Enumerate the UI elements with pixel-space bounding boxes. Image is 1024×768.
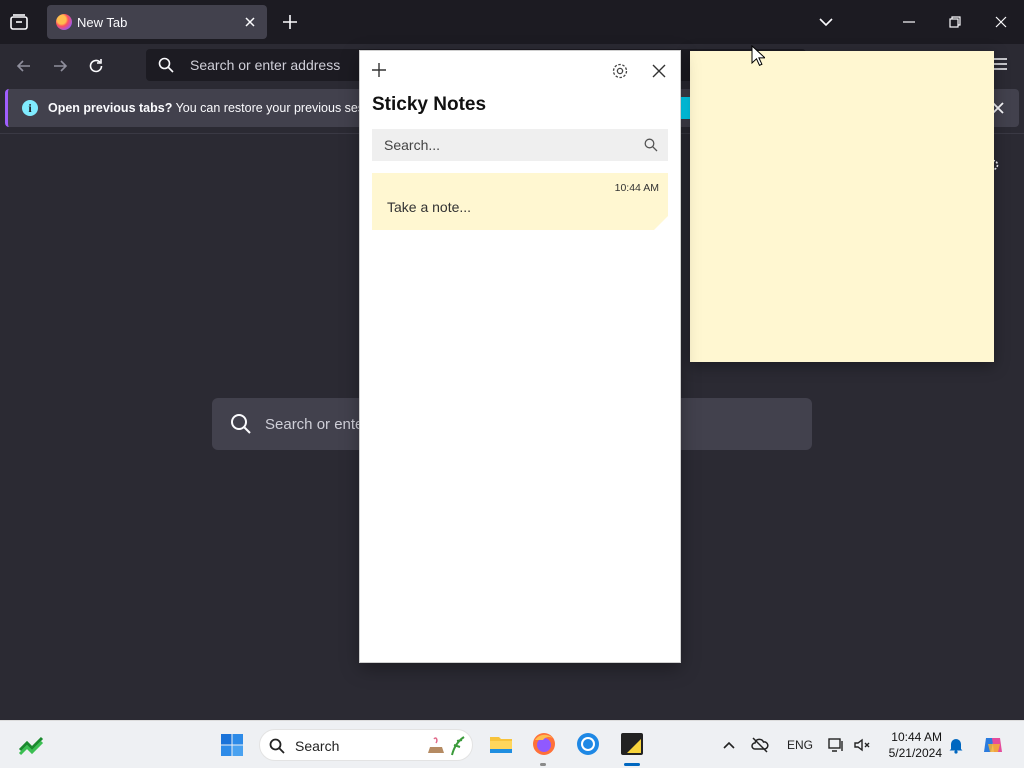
windows-start-icon[interactable] — [220, 733, 244, 757]
sticky-notes-app-icon[interactable] — [619, 731, 645, 757]
windows-taskbar: Search ENG 10:44 AM 5/21/2024 — [0, 720, 1024, 768]
tab-new-tab[interactable]: New Tab — [47, 5, 267, 39]
firefox-icon[interactable] — [531, 731, 557, 757]
note-corner-fold — [654, 216, 668, 230]
taskbar-search-label: Search — [295, 738, 340, 754]
notes-search-input[interactable]: Search... — [372, 129, 668, 161]
tab-strip: New Tab — [0, 0, 1024, 44]
chevron-down-icon[interactable] — [816, 12, 836, 32]
settings-gear-icon[interactable] — [610, 61, 630, 81]
list-all-tabs-icon[interactable] — [8, 11, 30, 33]
page-search-placeholder: Search or ente — [265, 416, 364, 433]
tab-title: New Tab — [77, 15, 128, 30]
reload-icon[interactable] — [86, 56, 106, 76]
infobar-title: Open previous tabs? — [48, 101, 173, 115]
add-note-icon[interactable] — [370, 61, 388, 79]
minimize-icon[interactable] — [899, 12, 919, 32]
close-window-icon[interactable] — [991, 12, 1011, 32]
search-icon — [269, 738, 285, 754]
onedrive-offline-icon[interactable] — [751, 736, 769, 754]
sticky-notes-window: Sticky Notes Search... 10:44 AM Take a n… — [360, 51, 680, 662]
language-indicator[interactable]: ENG — [787, 738, 813, 752]
sticky-notes-active-indicator — [624, 763, 640, 766]
search-icon — [158, 57, 174, 73]
notes-search-placeholder: Search... — [384, 137, 441, 153]
close-icon[interactable] — [650, 62, 668, 80]
chrome-icon[interactable] — [575, 731, 601, 757]
back-icon[interactable] — [14, 56, 34, 76]
firefox-favicon-icon — [56, 14, 72, 30]
taskbar-search-box[interactable]: Search — [259, 729, 473, 761]
widgets-stock-icon[interactable] — [18, 734, 46, 756]
clock-time[interactable]: 10:44 AM — [880, 730, 942, 744]
close-tab-icon[interactable] — [241, 13, 259, 31]
search-icon — [231, 414, 251, 434]
file-explorer-icon[interactable] — [488, 731, 514, 757]
mouse-cursor-icon — [751, 45, 765, 66]
forward-icon[interactable] — [50, 56, 70, 76]
sticky-notes-title: Sticky Notes — [372, 94, 487, 115]
info-icon: i — [22, 100, 38, 116]
chevron-up-icon[interactable] — [720, 736, 738, 754]
search-highlight-icon — [428, 736, 465, 756]
new-tab-icon[interactable] — [280, 12, 300, 32]
firefox-running-indicator — [540, 763, 546, 766]
clock-date[interactable]: 5/21/2024 — [880, 746, 942, 760]
open-sticky-note[interactable] — [690, 51, 994, 362]
restore-icon[interactable] — [945, 12, 965, 32]
note-preview: Take a note... — [387, 199, 472, 215]
note-timestamp: 10:44 AM — [614, 182, 659, 194]
note-list-item[interactable]: 10:44 AM Take a note... — [372, 173, 668, 230]
address-placeholder: Search or enter address — [190, 57, 341, 73]
infobar-message: Open previous tabs? You can restore your… — [48, 101, 394, 115]
copilot-icon[interactable] — [982, 734, 1004, 756]
search-icon[interactable] — [644, 138, 658, 152]
display-network-icon[interactable] — [827, 736, 845, 754]
volume-muted-icon[interactable] — [853, 736, 871, 754]
notification-bell-icon[interactable] — [947, 736, 965, 754]
